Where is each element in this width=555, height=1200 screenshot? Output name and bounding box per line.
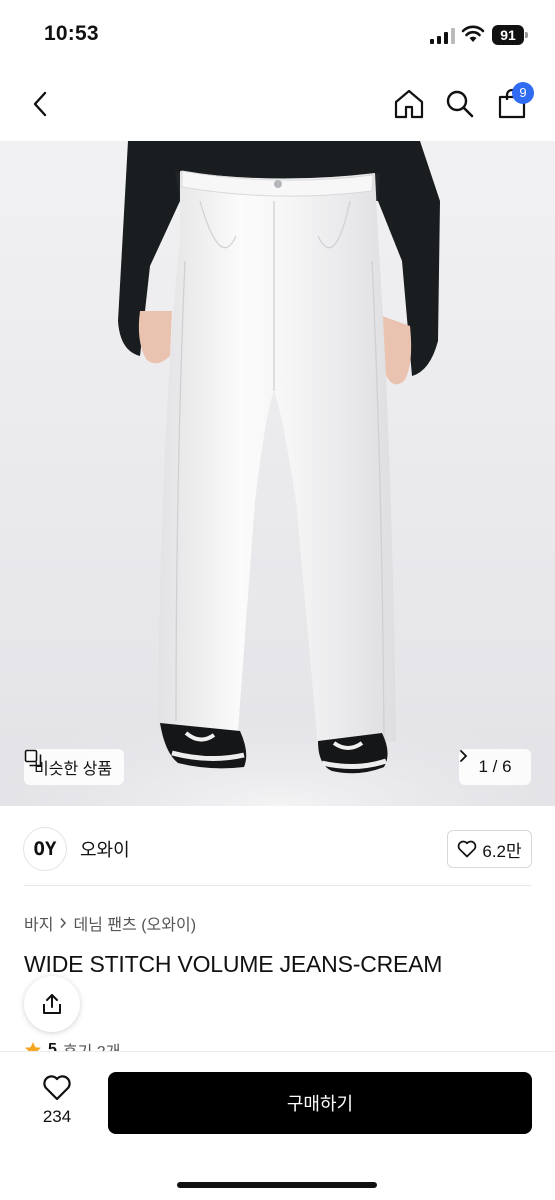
shop-logo[interactable]: OY	[23, 827, 67, 871]
breadcrumb-subcategory[interactable]: 데님 팬츠 (오와이)	[73, 911, 196, 935]
battery-level: 91	[492, 25, 524, 45]
product-image-carousel[interactable]: 비슷한 상품 1 / 6	[0, 141, 555, 806]
top-nav: 9	[0, 70, 555, 140]
battery-indicator: 91	[492, 25, 528, 45]
shop-row: OY 오와이 6.2만	[0, 806, 555, 886]
buy-button[interactable]: 구매하기	[108, 1072, 532, 1134]
chevron-right-icon	[60, 918, 67, 928]
back-button[interactable]	[20, 84, 60, 124]
search-icon	[446, 90, 474, 118]
cellular-signal-icon	[430, 28, 455, 44]
similar-items-icon	[24, 749, 42, 767]
image-counter-text: 1 / 6	[478, 757, 512, 776]
chevron-left-icon	[33, 91, 47, 117]
home-icon	[394, 89, 424, 119]
divider	[24, 885, 531, 886]
shop-name[interactable]: 오와이	[80, 836, 130, 862]
share-button[interactable]	[24, 976, 80, 1032]
wishlist-count: 234	[42, 1107, 72, 1126]
breadcrumb-category[interactable]: 바지	[24, 911, 53, 935]
home-indicator	[177, 1182, 377, 1188]
search-button[interactable]	[440, 84, 480, 124]
breadcrumb: 바지 데님 팬츠 (오와이)	[24, 911, 196, 935]
status-bar: 10:53 91	[0, 0, 555, 70]
wishlist-button[interactable]: 234	[30, 1074, 84, 1134]
heart-icon	[43, 1075, 71, 1101]
bottom-action-bar: 234 구매하기	[0, 1052, 555, 1200]
product-photo	[0, 141, 555, 806]
wifi-icon	[461, 25, 485, 42]
similar-items-label: 비슷한 상품	[34, 761, 113, 778]
chevron-right-icon	[460, 750, 468, 762]
shop-like-button[interactable]: 6.2만	[447, 830, 532, 868]
share-icon	[43, 994, 61, 1014]
product-title: WIDE STITCH VOLUME JEANS-CREAM	[24, 951, 443, 977]
shop-like-count: 6.2만	[482, 841, 522, 861]
similar-items-button[interactable]: 비슷한 상품	[24, 749, 125, 785]
cart-button[interactable]: 9	[492, 82, 534, 124]
heart-icon	[458, 840, 477, 858]
home-button[interactable]	[389, 84, 429, 124]
status-time: 10:53	[44, 22, 99, 45]
cart-count-badge: 9	[512, 82, 534, 104]
image-counter[interactable]: 1 / 6	[459, 749, 531, 785]
